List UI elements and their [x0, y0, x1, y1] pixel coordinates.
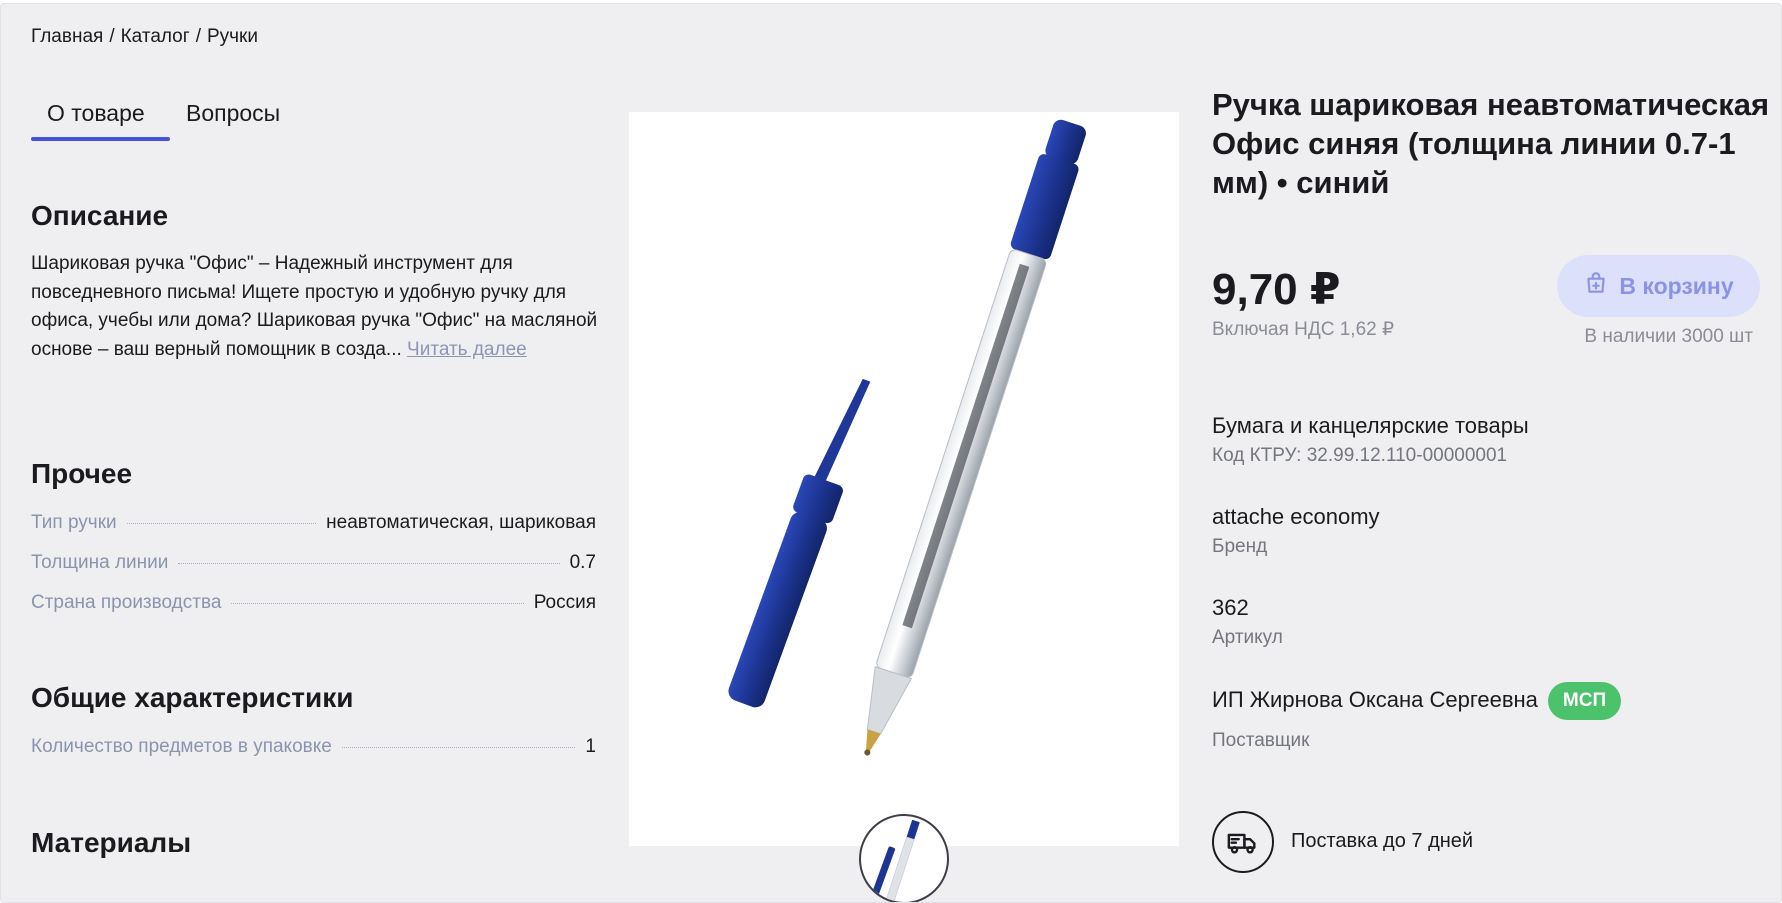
- spec-dots: [178, 563, 560, 564]
- photo-thumbnail[interactable]: [859, 814, 949, 902]
- brand-value: attache economy: [1212, 504, 1380, 529]
- materials-heading: Материалы: [31, 827, 192, 858]
- supplier-row: ИП Жирнова Оксана Сергеевна МСП: [1212, 682, 1622, 720]
- spec-dots: [126, 523, 317, 524]
- read-more-link[interactable]: Читать далее: [407, 339, 527, 360]
- tab-questions[interactable]: Вопросы: [170, 100, 296, 141]
- breadcrumb-separator: /: [195, 26, 201, 47]
- spec-row: Количество предметов в упаковке 1: [31, 736, 596, 758]
- add-to-cart-label: В корзину: [1619, 272, 1734, 299]
- description-text-block: Шариковая ручка "Офис" – Надежный инстру…: [31, 250, 601, 364]
- pen-illustration: [728, 119, 1086, 756]
- product-page: Главная / Каталог / Ручки О товаре Вопро…: [0, 3, 1782, 903]
- breadcrumb: Главная / Каталог / Ручки: [31, 26, 258, 48]
- supplier-label: Поставщик: [1212, 730, 1310, 751]
- brand-label: Бренд: [1212, 536, 1268, 557]
- product-tabs: О товаре Вопросы: [31, 100, 296, 141]
- spec-value: неавтоматическая, шариковая: [326, 512, 596, 533]
- breadcrumb-category[interactable]: Ручки: [207, 26, 258, 48]
- spec-key: Страна производства: [31, 592, 222, 613]
- ktru-code: Код КТРУ: 32.99.12.110-00000001: [1212, 445, 1508, 466]
- spec-row: Тип ручки неавтоматическая, шариковая: [31, 512, 596, 534]
- general-heading: Общие характеристики: [31, 682, 354, 713]
- product-category: Бумага и канцелярские товары: [1212, 413, 1529, 438]
- spec-key: Толщина линии: [31, 552, 169, 573]
- msp-badge: МСП: [1547, 682, 1622, 720]
- breadcrumb-separator: /: [109, 26, 115, 47]
- delivery-info: Поставка до 7 дней: [1291, 830, 1474, 852]
- breadcrumb-catalog[interactable]: Каталог: [121, 26, 190, 48]
- supplier-name[interactable]: ИП Жирнова Оксана Сергеевна: [1212, 687, 1538, 712]
- spec-value: 0.7: [569, 552, 596, 573]
- stock-status: В наличии 3000 шт: [1584, 326, 1753, 347]
- truck-icon: [1212, 811, 1274, 873]
- spec-value: Россия: [533, 592, 596, 613]
- spec-dots: [341, 747, 576, 748]
- vat-note: Включая НДС 1,62 ₽: [1212, 319, 1395, 340]
- breadcrumb-home[interactable]: Главная: [31, 26, 103, 48]
- spec-key: Количество предметов в упаковке: [31, 736, 332, 757]
- pen-thumbnail-illustration: [872, 819, 920, 902]
- tab-about[interactable]: О товаре: [31, 100, 170, 141]
- product-title: Ручка шариковая неавтоматическая Офис си…: [1212, 87, 1770, 200]
- spec-key: Тип ручки: [31, 512, 117, 533]
- spec-dots: [231, 603, 524, 604]
- article-value: 362: [1212, 595, 1249, 620]
- shopping-bag-icon: [1583, 270, 1609, 302]
- product-photo[interactable]: [629, 112, 1179, 846]
- spec-row: Толщина линии 0.7: [31, 552, 596, 574]
- article-label: Артикул: [1212, 627, 1283, 648]
- other-heading: Прочее: [31, 458, 133, 489]
- product-price: 9,70 ₽: [1212, 265, 1341, 314]
- add-to-cart-button[interactable]: В корзину: [1557, 255, 1760, 317]
- spec-row: Страна производства Россия: [31, 592, 596, 614]
- spec-value: 1: [585, 736, 596, 757]
- description-heading: Описание: [31, 200, 169, 231]
